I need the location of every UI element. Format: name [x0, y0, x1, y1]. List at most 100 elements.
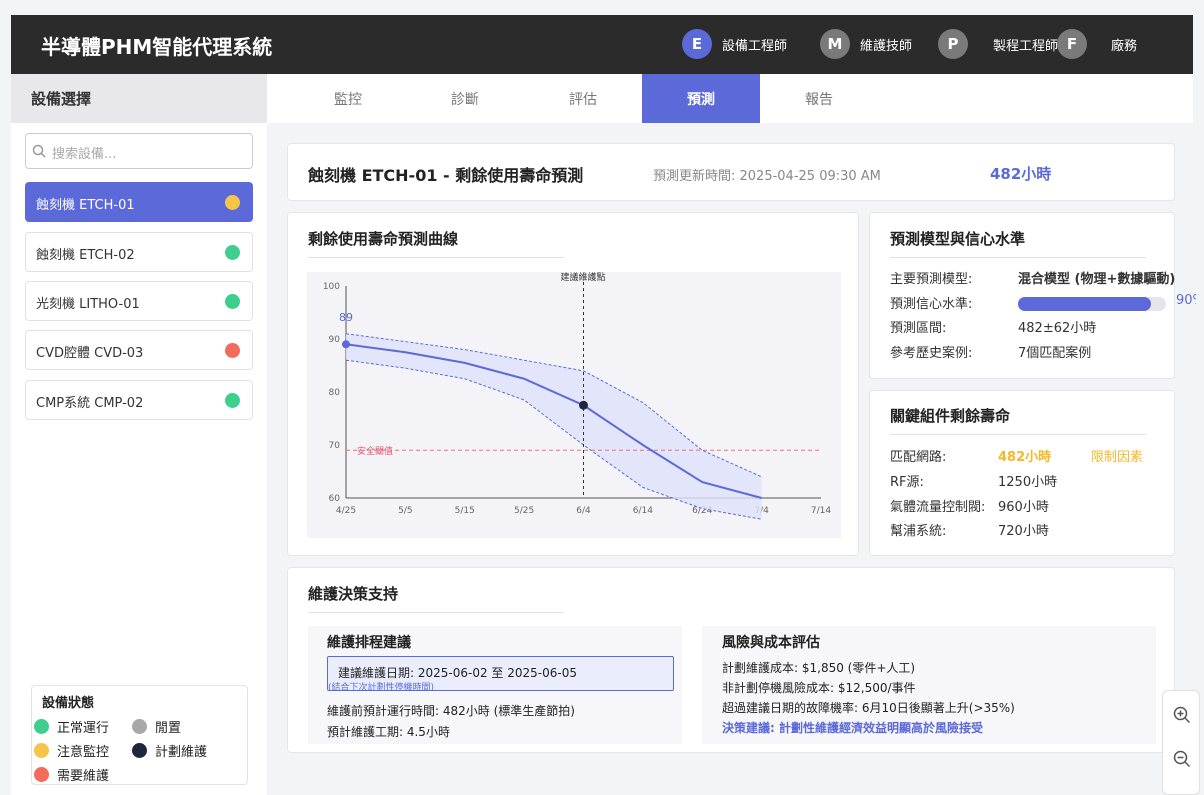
equipment-name: 光刻機 LITHO-01: [36, 297, 140, 312]
status-dot: [225, 294, 240, 309]
start-value-label: 89: [339, 311, 353, 324]
model-card-title: 預測模型與信心水準: [890, 230, 1026, 248]
tab-bar: 監控 診斷 評估 預測 報告: [267, 74, 1193, 123]
recommended-date: 建議維護日期: 2025-06-02 至 2025-06-05: [338, 666, 577, 680]
interval-label: 預測區間:: [890, 321, 947, 336]
user-avatar-e: E: [682, 29, 712, 59]
divider: [308, 612, 564, 613]
equipment-item[interactable]: CVD腔體 CVD-03: [25, 330, 253, 370]
top-bar: 半導體PHM智能代理系統 E 設備工程師 M 維護技師 P 製程工程師 F 廠務: [11, 15, 1193, 74]
equipment-item[interactable]: 蝕刻機 ETCH-02: [25, 232, 253, 272]
legend-dot: [34, 767, 49, 782]
user-technician[interactable]: M 維護技師: [820, 28, 912, 60]
legend-dot: [132, 743, 147, 758]
y-tick-label: 80: [329, 388, 341, 398]
legend-item: 注意監控: [34, 741, 109, 760]
tab-prediction[interactable]: 預測: [642, 74, 760, 123]
rul-value: 482小時: [990, 165, 1052, 183]
equipment-name: CMP系統 CMP-02: [36, 396, 144, 411]
x-tick-label: 6/4: [576, 506, 591, 516]
divider: [308, 257, 564, 258]
components-card: 關鍵組件剩餘壽命 匹配網路: 482小時 限制因素 RF源: 1250小時 氣體…: [869, 390, 1175, 556]
x-tick-label: 5/15: [455, 506, 475, 516]
sidebar: 設備選擇 搜索設備... 蝕刻機 ETCH-01 蝕刻機 ETCH-02 光刻機…: [11, 74, 267, 795]
tab-monitor[interactable]: 監控: [289, 74, 407, 123]
user-name: 廠務: [1111, 38, 1138, 54]
date-note: (結合下次計劃性停機時間): [328, 683, 435, 693]
cases-label: 參考歷史案例:: [890, 346, 973, 361]
equipment-item[interactable]: 蝕刻機 ETCH-01: [25, 182, 253, 222]
failure-probability: 超過建議日期的故障機率: 6月10日後顯著上升(>35%): [722, 701, 1015, 715]
legend-dot: [34, 743, 49, 758]
decision-card-title: 維護決策支持: [308, 585, 399, 603]
recommended-date-box: 建議維護日期: 2025-06-02 至 2025-06-05 (結合下次計劃性…: [327, 656, 674, 693]
equipment-name: 蝕刻機 ETCH-01: [36, 198, 135, 213]
status-dot: [225, 343, 240, 358]
legend-item: 閒置: [132, 717, 181, 736]
legend-label: 閒置: [155, 721, 182, 736]
user-facility[interactable]: F 廠務: [1057, 28, 1137, 60]
divider: [890, 257, 1146, 258]
search-placeholder: 搜索設備...: [52, 147, 117, 162]
search-input[interactable]: 搜索設備...: [25, 133, 253, 169]
divider: [890, 434, 1146, 435]
equipment-name: CVD腔體 CVD-03: [36, 346, 144, 361]
tab-diagnosis[interactable]: 診斷: [406, 74, 524, 123]
sidebar-title: 設備選擇: [11, 74, 267, 123]
zoom-in-icon[interactable]: [1173, 706, 1191, 724]
cases-value: 7個匹配案例: [1018, 346, 1092, 361]
user-engineer[interactable]: E 設備工程師: [682, 28, 787, 60]
confidence-percent: 90%: [1176, 293, 1196, 308]
duration-estimate: 預計維護工期: 4.5小時: [327, 725, 450, 739]
equipment-name: 蝕刻機 ETCH-02: [36, 248, 135, 263]
model-value: 混合模型 (物理+數據驅動): [1018, 272, 1176, 287]
user-process-engineer[interactable]: P 製程工程師: [938, 28, 1058, 60]
legend-label: 需要維護: [57, 769, 110, 784]
update-time: 預測更新時間: 2025-04-25 09:30 AM: [653, 169, 881, 184]
legend-dot: [132, 719, 147, 734]
confidence-bar-fill: [1018, 297, 1152, 311]
user-name: 製程工程師: [992, 38, 1058, 54]
legend-label: 正常運行: [57, 721, 110, 736]
user-name: 維護技師: [860, 38, 913, 54]
legend-dot: [34, 719, 49, 734]
schedule-title: 維護排程建議: [327, 635, 411, 651]
app-title: 半導體PHM智能代理系統: [41, 35, 273, 59]
chart-card-title: 剩餘使用壽命預測曲線: [308, 230, 459, 248]
status-dot: [225, 245, 240, 260]
decision-card: 維護決策支持 維護排程建議 建議維護日期: 2025-06-02 至 2025-…: [287, 567, 1175, 753]
user-name: 設備工程師: [722, 38, 788, 54]
zoom-out-icon[interactable]: [1173, 750, 1191, 768]
y-tick-label: 90: [329, 335, 341, 345]
limiting-factor-tag: 限制因素: [1091, 450, 1144, 465]
component-value: 1250小時: [998, 475, 1058, 490]
equipment-item[interactable]: CMP系統 CMP-02: [25, 380, 253, 420]
status-dot: [225, 393, 240, 408]
legend-item: 計劃維護: [132, 741, 207, 760]
user-avatar-p: P: [938, 29, 968, 59]
schedule-panel: 維護排程建議 建議維護日期: 2025-06-02 至 2025-06-05 (…: [308, 626, 682, 744]
tab-assessment[interactable]: 評估: [524, 74, 642, 123]
rul-chart: 建議維護點 安全閾值 89 60 70 80 90 100 4/25 5/5 5/15 5/25…: [307, 272, 841, 538]
search-icon: [32, 144, 46, 158]
components-card-title: 關鍵組件剩餘壽命: [890, 407, 1011, 425]
zoom-controls: [1162, 690, 1200, 795]
legend-title: 設備狀態: [42, 696, 95, 711]
equipment-item[interactable]: 光刻機 LITHO-01: [25, 281, 253, 321]
maintenance-point: [579, 400, 588, 410]
x-tick-label: 5/25: [514, 506, 534, 516]
x-tick-label: 6/14: [633, 506, 653, 516]
model-label: 主要預測模型:: [890, 272, 973, 287]
legend-label: 注意監控: [57, 745, 110, 760]
start-point: [342, 340, 350, 349]
prediction-header: 蝕刻機 ETCH-01 - 剩餘使用壽命預測 預測更新時間: 2025-04-2…: [287, 143, 1175, 201]
runtime-estimate: 維護前預計運行時間: 482小時 (標準生產節拍): [327, 704, 575, 718]
page-title: 蝕刻機 ETCH-01 - 剩餘使用壽命預測: [308, 166, 584, 185]
component-value: 720小時: [998, 524, 1049, 539]
planned-cost: 計劃維護成本: $1,850 (零件+人工): [722, 661, 916, 675]
component-value: 482小時: [998, 450, 1052, 465]
y-tick-label: 100: [323, 282, 340, 292]
confidence-bar: [1018, 297, 1166, 311]
component-label: 幫浦系統:: [890, 524, 947, 539]
tab-report[interactable]: 報告: [760, 74, 878, 123]
